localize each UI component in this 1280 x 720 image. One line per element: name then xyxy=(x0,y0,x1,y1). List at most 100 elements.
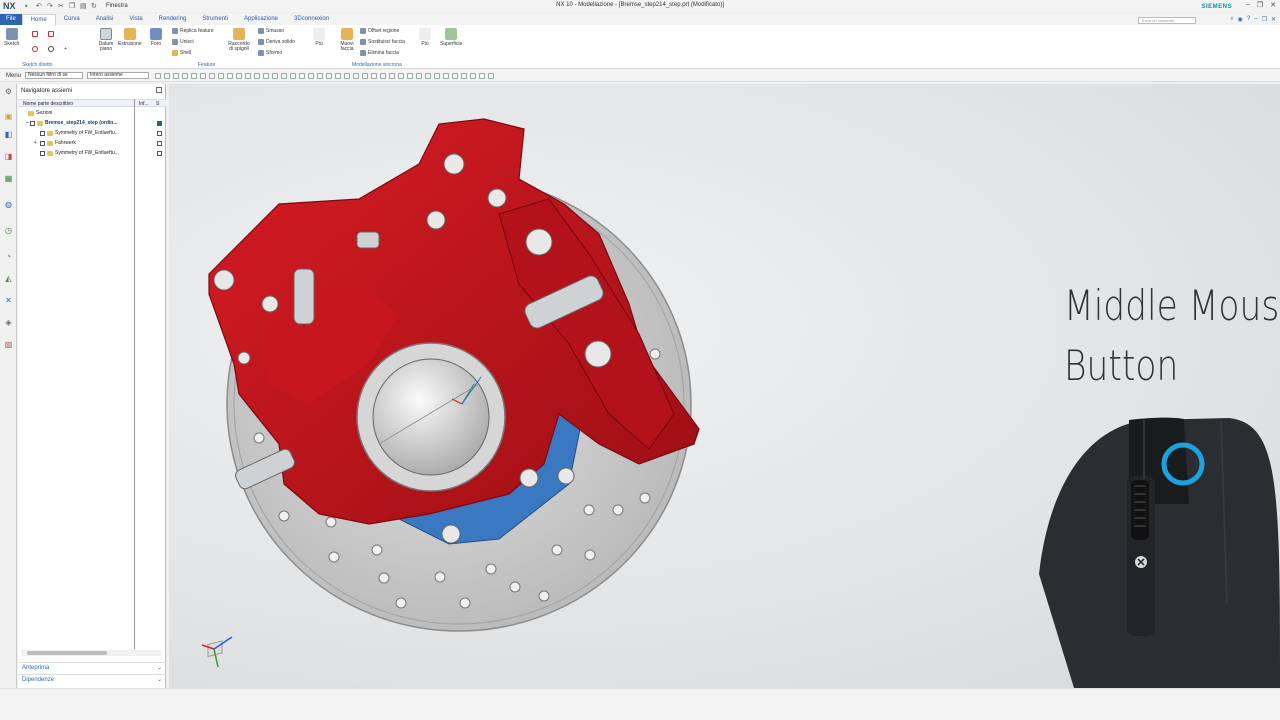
tree-row-root[interactable]: – Bremse_step214_step (ordin... xyxy=(18,118,166,128)
snap-icon-19[interactable] xyxy=(317,72,324,79)
snap-icon-20[interactable] xyxy=(326,72,333,79)
replace-face-button[interactable]: Sostituisci faccia xyxy=(360,38,405,46)
save-icon[interactable]: ▪ xyxy=(25,3,32,10)
tab-vista[interactable]: Vista xyxy=(121,14,150,25)
draft-button[interactable]: Sformo xyxy=(258,49,282,57)
snap-icon-37[interactable] xyxy=(479,72,486,79)
snap-icon-26[interactable] xyxy=(380,72,387,79)
snap-icon-36[interactable] xyxy=(470,72,477,79)
sketch-line-tool[interactable] xyxy=(32,30,38,38)
snap-icon-1[interactable] xyxy=(155,72,162,79)
snap-icon-30[interactable] xyxy=(416,72,423,79)
col-name-header[interactable]: Nome parte descrittivo xyxy=(23,101,73,107)
snap-icon-8[interactable] xyxy=(218,72,225,79)
tab-applicazione[interactable]: Applicazione xyxy=(236,14,286,25)
tree-row-sections[interactable]: Sezioni xyxy=(18,108,166,118)
col-s-header[interactable]: S xyxy=(156,101,159,107)
snap-icon-38[interactable] xyxy=(488,72,495,79)
tab-home[interactable]: Home xyxy=(21,14,56,25)
type-filter-select[interactable]: Nessun filtro di se xyxy=(25,72,84,79)
system-scenes-icon[interactable]: ▧ xyxy=(4,340,13,349)
more-sync-button[interactable]: Più xyxy=(419,28,431,47)
navigator-hscrollbar[interactable] xyxy=(21,650,161,656)
more-feature-button[interactable]: Più xyxy=(313,28,325,47)
offset-region-button[interactable]: Offset regione xyxy=(360,27,399,35)
undo-icon[interactable]: ↶ xyxy=(36,3,43,10)
edge-blend-button[interactable]: Raccordo di spigoli xyxy=(226,28,252,52)
tab-curva[interactable]: Curva xyxy=(56,14,88,25)
process-studio-icon[interactable]: ◭ xyxy=(4,274,13,283)
command-search-input[interactable]: Trova un comando xyxy=(1138,17,1196,24)
tree-row-component[interactable]: Symmetry of FW_Entlueftu... xyxy=(18,128,166,138)
redo-icon[interactable]: ↷ xyxy=(47,3,54,10)
unite-button[interactable]: Unisci xyxy=(172,38,194,46)
sketch-arc-tool[interactable] xyxy=(32,45,38,53)
datum-plane-button[interactable]: Datum piano xyxy=(95,28,117,52)
tree-row-component[interactable]: + Fahrwerk xyxy=(18,138,166,148)
minimize-icon[interactable]: – xyxy=(1246,1,1250,9)
history-icon[interactable]: ◷ xyxy=(4,226,13,235)
paste-icon[interactable]: ▤ xyxy=(80,3,87,10)
restore-icon[interactable]: ❐ xyxy=(1257,1,1263,9)
snap-icon-7[interactable] xyxy=(209,72,216,79)
sketch-circle-tool[interactable] xyxy=(48,45,54,53)
manufacturing-wizard-icon[interactable]: ✕ xyxy=(4,296,13,305)
scope-select[interactable]: Intero assieme xyxy=(87,72,150,79)
snap-icon-9[interactable] xyxy=(227,72,234,79)
window-menu[interactable]: Finestra xyxy=(106,3,128,9)
snap-icon-27[interactable] xyxy=(389,72,396,79)
help-icon[interactable]: ? xyxy=(1247,16,1250,23)
constraint-navigator-icon[interactable]: ◧ xyxy=(4,130,13,139)
snap-icon-29[interactable] xyxy=(407,72,414,79)
repeat-icon[interactable]: ↻ xyxy=(91,3,98,10)
surface-button[interactable]: Superficie xyxy=(440,28,462,47)
snap-icon-35[interactable] xyxy=(461,72,468,79)
delete-face-button[interactable]: Elimina faccia xyxy=(360,49,399,57)
close-icon[interactable]: ✕ xyxy=(1270,1,1276,9)
snap-icon-34[interactable] xyxy=(452,72,459,79)
shell-button[interactable]: Shell xyxy=(172,49,191,57)
snap-icon-11[interactable] xyxy=(245,72,252,79)
system-materials-icon[interactable]: ◔ xyxy=(4,252,13,261)
cut-icon[interactable]: ✂ xyxy=(58,3,65,10)
snap-icon-6[interactable] xyxy=(200,72,207,79)
info-icon[interactable]: ◉ xyxy=(1238,16,1243,23)
hub-bore[interactable] xyxy=(372,358,490,476)
snap-icon-3[interactable] xyxy=(173,72,180,79)
trim-body-button[interactable]: Deriva solido xyxy=(258,38,295,46)
search-icon[interactable]: ⌕ xyxy=(1230,16,1233,23)
settings-icon[interactable]: ⚙ xyxy=(4,87,13,96)
snap-icon-22[interactable] xyxy=(344,72,351,79)
checkbox-icon[interactable] xyxy=(40,130,45,136)
tab-file[interactable]: File xyxy=(0,14,22,25)
assembly-navigator-icon[interactable]: ▣ xyxy=(4,112,13,121)
view-triad[interactable] xyxy=(201,636,233,668)
snap-icon-16[interactable] xyxy=(290,72,297,79)
snap-icon-14[interactable] xyxy=(272,72,279,79)
snap-icon-23[interactable] xyxy=(353,72,360,79)
snap-icon-28[interactable] xyxy=(398,72,405,79)
snap-icon-21[interactable] xyxy=(335,72,342,79)
checkbox-icon[interactable] xyxy=(40,150,45,156)
col-info-header[interactable]: Inf... xyxy=(139,101,149,107)
snap-icon-10[interactable] xyxy=(236,72,243,79)
pattern-feature-button[interactable]: Replica feature xyxy=(172,27,214,35)
ribbon-close-icon[interactable]: ✕ xyxy=(1271,16,1276,23)
scrollbar-thumb[interactable] xyxy=(27,651,107,655)
snap-icon-12[interactable] xyxy=(254,72,261,79)
web-browser-icon[interactable]: ◍ xyxy=(4,200,13,209)
tab-3dconnexion[interactable]: 3Dconnexion xyxy=(286,14,337,25)
preview-panel-toggle[interactable]: Anteprima ⌄ xyxy=(18,662,166,672)
dependencies-panel-toggle[interactable]: Dipendenze ⌄ xyxy=(18,674,166,684)
copy-icon[interactable]: ❐ xyxy=(69,3,76,10)
part-navigator-icon[interactable]: ◨ xyxy=(4,152,13,161)
snap-icon-17[interactable] xyxy=(299,72,306,79)
tab-analisi[interactable]: Analisi xyxy=(88,14,122,25)
chamfer-button[interactable]: Smusso xyxy=(258,27,284,35)
move-face-button[interactable]: Muovi faccia xyxy=(337,28,357,52)
roles-icon[interactable]: ◈ xyxy=(4,318,13,327)
checkbox-icon[interactable] xyxy=(40,140,45,146)
column-divider[interactable] xyxy=(134,99,135,649)
snap-icon-32[interactable] xyxy=(434,72,441,79)
checkbox-icon[interactable] xyxy=(30,120,35,126)
